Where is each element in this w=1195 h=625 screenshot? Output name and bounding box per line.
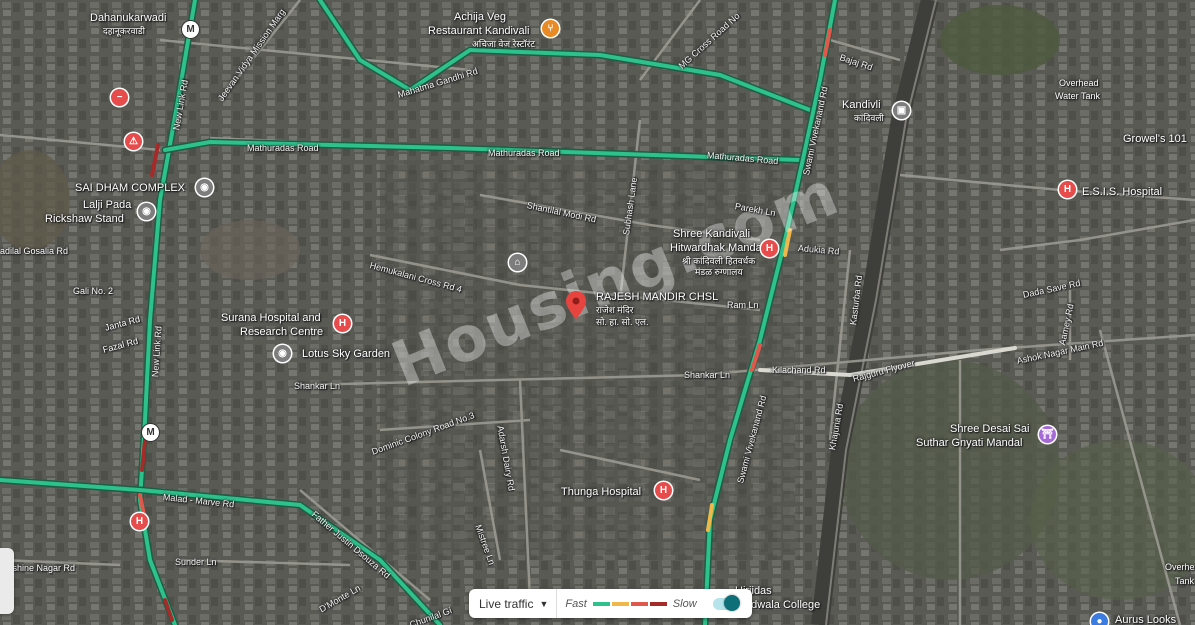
traffic-scale: Fast Slow [557, 598, 704, 610]
place-label-rajesh-local: राजेश मंदिर [596, 305, 634, 315]
place-label-shree-kandivali-2[interactable]: Hitwardhak Mandal... [670, 242, 773, 254]
place-label-achija[interactable]: Achija Veg [454, 11, 506, 23]
metro-station-icon[interactable]: M [182, 21, 199, 38]
park-lotus-icon[interactable]: ◉ [274, 345, 291, 362]
no-entry-icon[interactable]: − [111, 89, 128, 106]
place-label-esis[interactable]: E.S.I.S. Hospital [1082, 186, 1162, 198]
place-label-surana[interactable]: Surana Hospital and [221, 312, 321, 324]
place-label-shree-kandivali-local: श्री कांदिवली हितवर्धक [682, 256, 756, 266]
landmark-sai-dham-icon[interactable]: ◉ [196, 179, 213, 196]
restaurant-icon[interactable]: ⑂ [542, 20, 559, 37]
live-traffic-dropdown[interactable]: Live traffic ▼ [469, 589, 558, 618]
hospital-malad-icon[interactable]: H [131, 513, 148, 530]
road-label-mathuradas-2: Mathuradas Road [488, 148, 560, 158]
place-label-kandivli[interactable]: Kandivli [842, 99, 881, 111]
traffic-swatch-slowest [649, 601, 667, 606]
shop-aurus-icon[interactable]: ● [1091, 613, 1108, 625]
place-label-thunga[interactable]: Thunga Hospital [561, 486, 641, 498]
place-label-shree-kandivali-local-2: मंडळ रुग्णालय [695, 267, 743, 277]
landmark-lalji-icon[interactable]: ◉ [138, 203, 155, 220]
place-label-kandivli-local: कांदिवली [854, 113, 884, 123]
selected-location-pin-icon[interactable] [566, 291, 586, 319]
toggle-knob [723, 594, 740, 611]
road-label-mathuradas-1: Mathuradas Road [247, 143, 319, 153]
place-label-surana-2[interactable]: Research Centre [240, 326, 323, 338]
side-panel-handle[interactable] [0, 548, 14, 614]
temple-icon[interactable]: ⛩ [1039, 426, 1056, 443]
road-label-dadila: adilal Gosalia Rd [0, 246, 69, 256]
hospital-thunga-icon[interactable]: H [655, 482, 672, 499]
chevron-down-icon: ▼ [539, 598, 549, 609]
traffic-swatch-medium [611, 601, 629, 606]
road-label-sunder: Sunder Ln [175, 557, 217, 567]
metro-station-2-icon[interactable]: M [142, 424, 159, 441]
place-label-lalji-2[interactable]: Rickshaw Stand [45, 213, 124, 225]
accident-icon[interactable]: ⚠ [125, 133, 142, 150]
place-label-sai-dham[interactable]: SAI DHAM COMPLEX [75, 182, 185, 194]
place-label-dahanukarwadi-local: दहानूकरवाडी [103, 26, 145, 36]
hospital-esis-icon[interactable]: H [1059, 181, 1076, 198]
place-label-achija-local: अचिजा वेज रेस्टॉरंट [472, 39, 535, 49]
place-label-shree-desai[interactable]: Shree Desai Sai [950, 423, 1030, 435]
place-label-growels[interactable]: Growel's 101 [1123, 133, 1187, 145]
slow-label: Slow [672, 597, 697, 610]
traffic-swatch-fast [592, 601, 610, 606]
map-canvas[interactable]: Housing.com Dahanukarwadi दहानूकरवाडी Ac… [0, 0, 1195, 625]
traffic-toggle[interactable] [712, 594, 740, 611]
hospital-shree-kandivali-icon[interactable]: H [761, 240, 778, 257]
hospital-surana-icon[interactable]: H [334, 315, 351, 332]
road-label-shankar-1: Shankar Ln [294, 381, 341, 391]
place-label-rajesh-local-2: सो. हा. सो. एल. [596, 317, 649, 327]
place-label-shree-kandivali[interactable]: Shree Kandivali [673, 228, 750, 240]
traffic-swatch-slow [630, 601, 648, 606]
place-label-overhead-right-2: Tank [1175, 576, 1195, 586]
place-label-rajesh-mandir[interactable]: RAJESH MANDIR CHSL [596, 291, 718, 303]
place-label-overhead-2: Water Tank [1055, 91, 1101, 101]
road-label-kilachand: Kilachand Rd [772, 365, 826, 375]
place-label-achija-2[interactable]: Restaurant Kandivali [428, 25, 530, 37]
place-label-shree-desai-2[interactable]: Suthar Gnyati Mandal [916, 437, 1022, 449]
fast-label: Fast [565, 597, 587, 610]
place-label-aurus[interactable]: Aurus Looks [1115, 614, 1176, 625]
place-label-lotus[interactable]: Lotus Sky Garden [302, 348, 390, 360]
train-station-icon[interactable]: ▣ [893, 102, 910, 119]
place-label-dahanukarwadi[interactable]: Dahanukarwadi [90, 12, 166, 24]
place-label-lalji[interactable]: Lalji Pada [83, 199, 131, 211]
school-icon[interactable]: ⌂ [509, 254, 526, 271]
road-label-shankar-2: Shankar Ln [684, 370, 731, 380]
road-label-gali: Gali No. 2 [73, 286, 114, 296]
road-label-ram: Ram Ln [727, 300, 759, 310]
place-label-overhead: Overhead [1059, 78, 1099, 88]
place-label-overhead-right: Overhe [1165, 562, 1195, 572]
traffic-legend: Live traffic ▼ Fast Slow [469, 589, 752, 618]
live-traffic-label: Live traffic [479, 596, 534, 611]
